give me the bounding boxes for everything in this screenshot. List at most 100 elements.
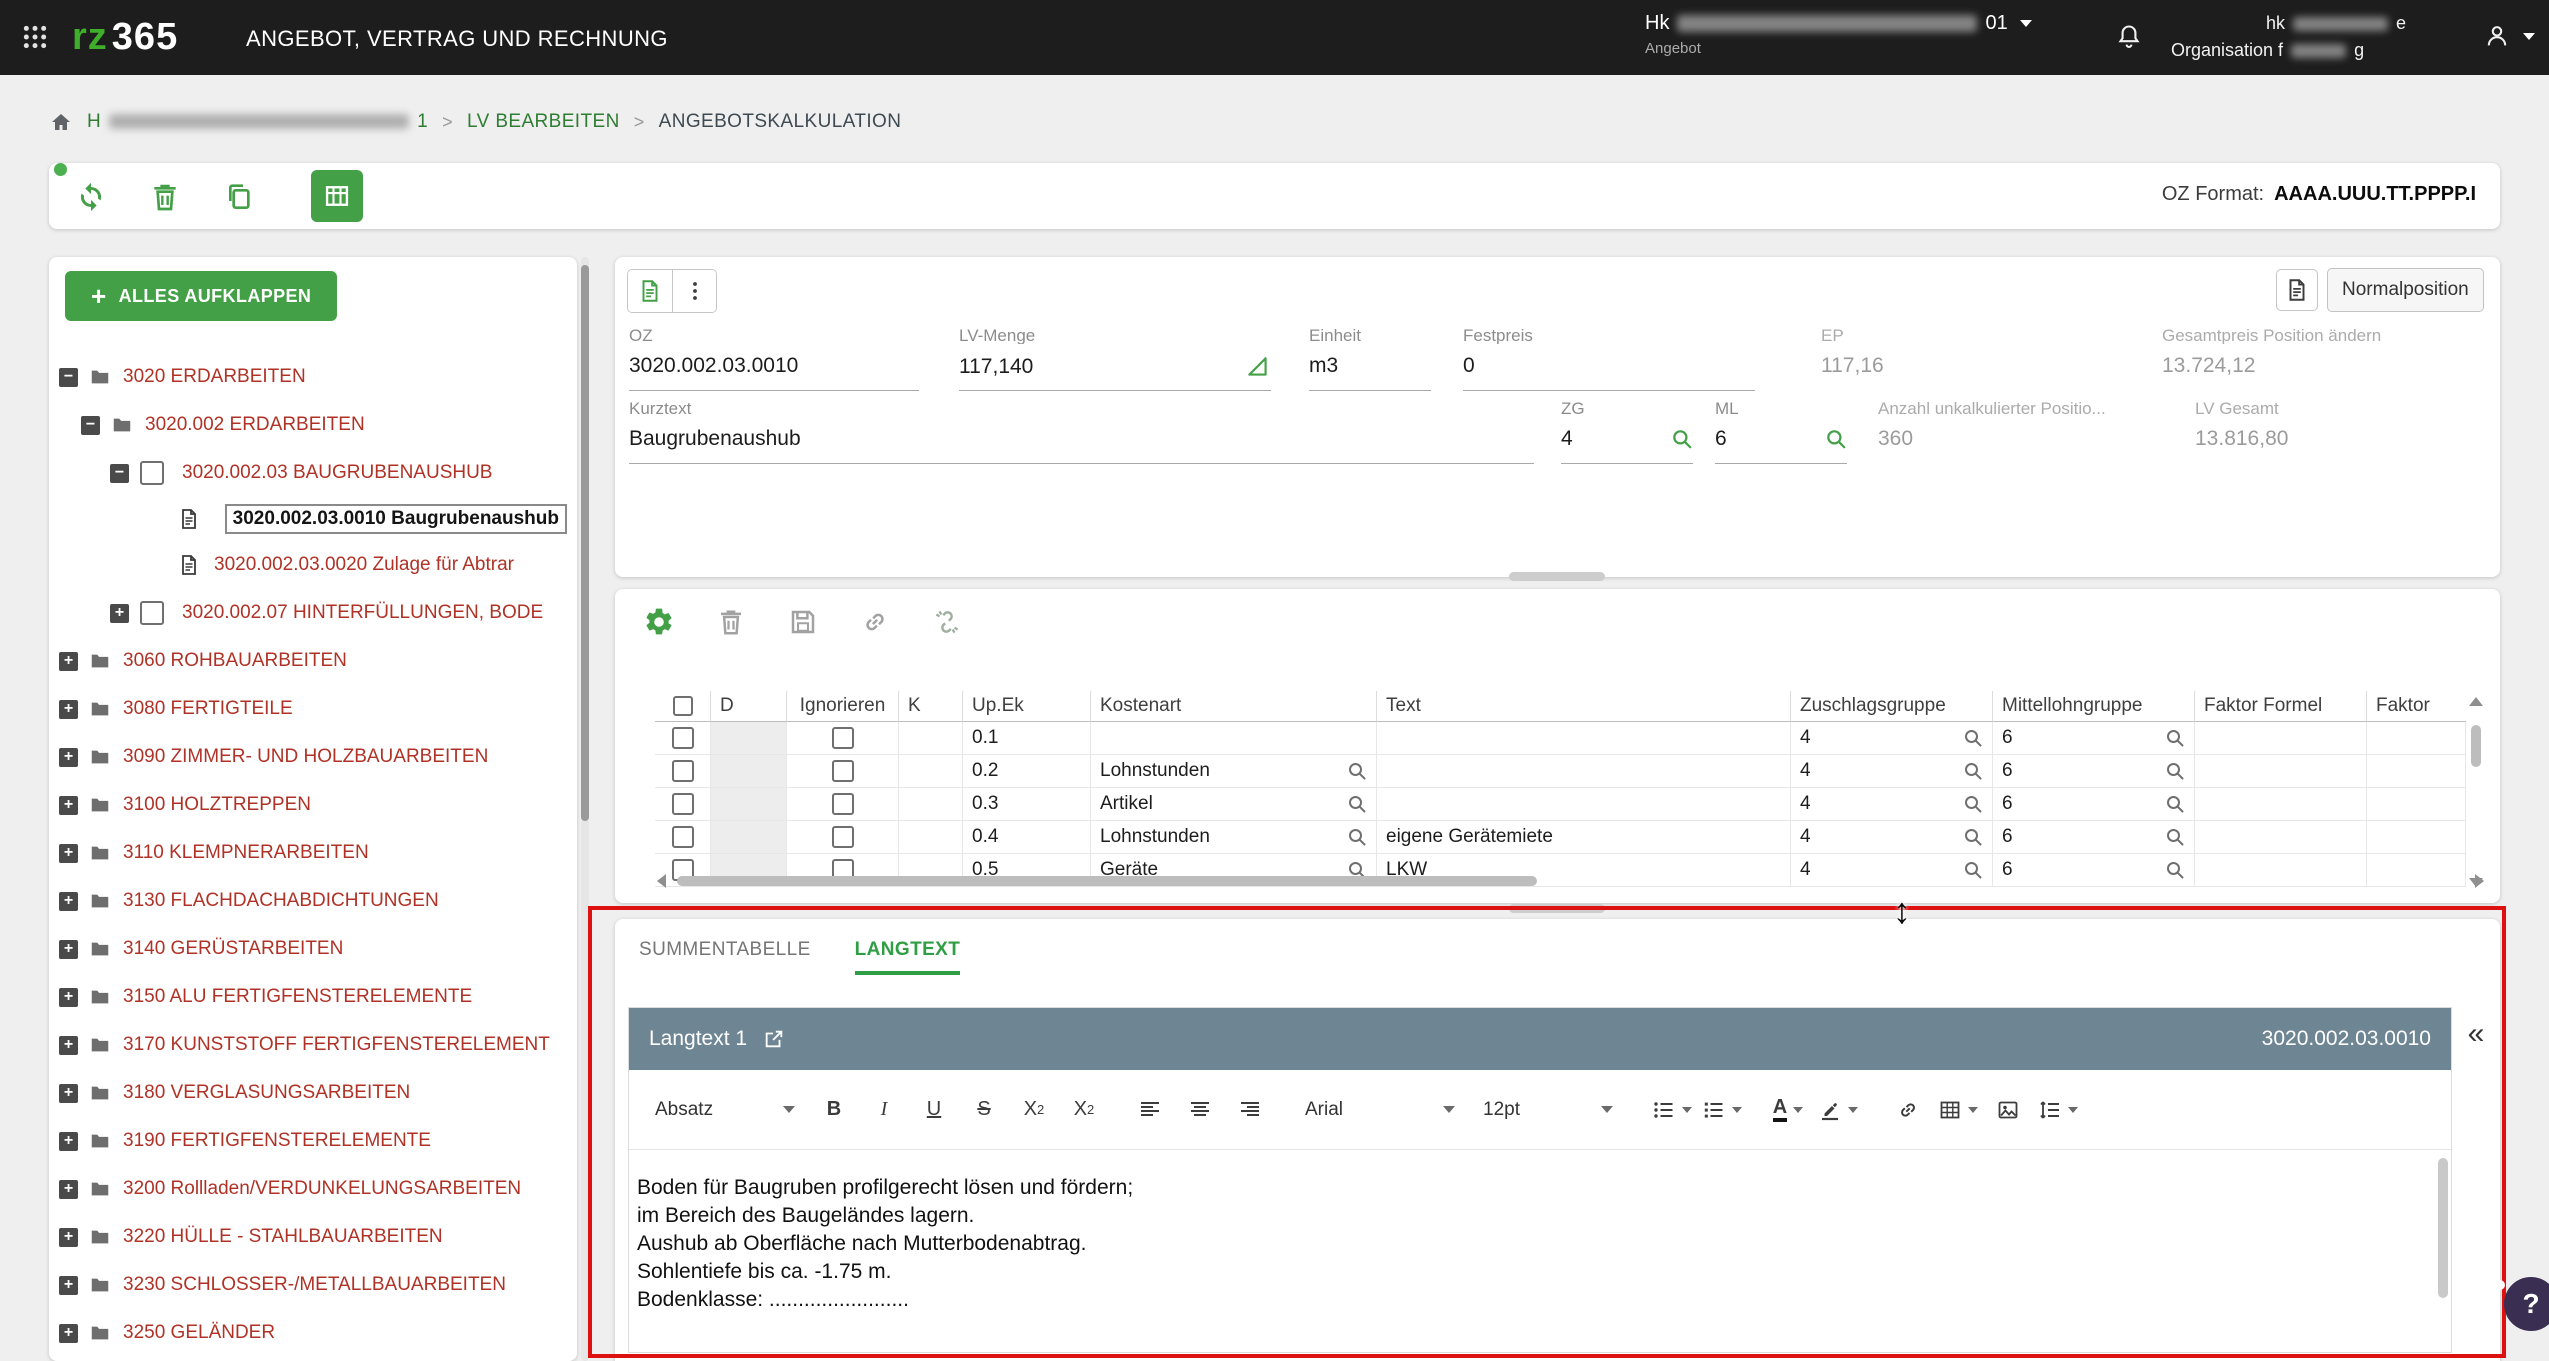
- select-all-header[interactable]: [655, 691, 711, 722]
- tree-item[interactable]: 3170 KUNSTSTOFF FERTIGFENSTERELEMENT: [49, 1021, 577, 1069]
- table-row[interactable]: 0.3 Artikel 4 6: [655, 788, 2466, 821]
- zuschlagsgruppe-search-icon[interactable]: [1963, 761, 1983, 781]
- row-checkbox[interactable]: [672, 793, 694, 815]
- highlight-color-button[interactable]: [1817, 1089, 1859, 1131]
- line-height-button[interactable]: [2037, 1089, 2079, 1131]
- editor-scrollbar[interactable]: [2438, 1158, 2448, 1346]
- scrollbar-thumb[interactable]: [2438, 1158, 2448, 1298]
- scroll-up-arrow[interactable]: [2469, 697, 2483, 706]
- strikethrough-button[interactable]: S: [963, 1089, 1005, 1131]
- tree-item[interactable]: 3190 FERTIGFENSTERELEMENTE: [49, 1117, 577, 1165]
- tree-expander-icon[interactable]: [59, 940, 78, 959]
- sidebar-scrollbar[interactable]: [581, 257, 589, 1361]
- scroll-left-arrow[interactable]: [657, 874, 666, 888]
- tree-item[interactable]: 3220 HÜLLE - STAHLBAUARBEITEN: [49, 1213, 577, 1261]
- search-icon[interactable]: [1671, 428, 1693, 450]
- column-header-kostenart[interactable]: Kostenart: [1091, 691, 1377, 722]
- cell-mittellohngruppe[interactable]: 6: [2002, 727, 2013, 749]
- cell-upek[interactable]: 0.1: [963, 722, 1091, 755]
- column-header-k[interactable]: K: [899, 691, 963, 722]
- ignorieren-checkbox[interactable]: [832, 793, 854, 815]
- tree-expander-icon[interactable]: [59, 1036, 78, 1055]
- table-row[interactable]: 0.1 4 6: [655, 722, 2466, 755]
- tree-item[interactable]: 3020.002 ERDARBEITEN: [49, 401, 577, 449]
- project-selector[interactable]: Hk 01 Angebot: [1645, 12, 2085, 57]
- subscript-button[interactable]: X2: [1013, 1089, 1055, 1131]
- tree-expander-icon[interactable]: [59, 700, 78, 719]
- tree-expander-icon[interactable]: [81, 416, 100, 435]
- column-header-faktor-formel[interactable]: Faktor Formel: [2195, 691, 2367, 722]
- tree-expander-icon[interactable]: [59, 892, 78, 911]
- table-row[interactable]: 0.4 Lohnstunden eigene Gerätemiete 4 6: [655, 821, 2466, 854]
- festpreis-field[interactable]: Festpreis 0: [1463, 327, 1755, 391]
- cell-text[interactable]: eigene Gerätemiete: [1377, 821, 1791, 854]
- scrollbar-thumb[interactable]: [581, 265, 589, 821]
- column-header-faktor[interactable]: Faktor: [2367, 691, 2466, 722]
- tab-summentabelle[interactable]: SUMMENTABELLE: [639, 939, 811, 975]
- kostenart-search-icon[interactable]: [1347, 794, 1367, 814]
- table-horizontal-scrollbar[interactable]: [655, 873, 2486, 889]
- user-menu[interactable]: [2483, 22, 2535, 50]
- tree-item[interactable]: 3020 ERDARBEITEN: [49, 353, 577, 401]
- cell-zuschlagsgruppe[interactable]: 4: [1800, 826, 1811, 848]
- horizontal-splitter[interactable]: [1509, 904, 1605, 913]
- tree-checkbox[interactable]: [140, 461, 164, 485]
- mittellohngruppe-search-icon[interactable]: [2165, 761, 2185, 781]
- table-unlink-button[interactable]: [930, 605, 964, 639]
- mittellohngruppe-search-icon[interactable]: [2165, 794, 2185, 814]
- cell-kostenart[interactable]: Artikel: [1100, 793, 1153, 815]
- mittellohngruppe-search-icon[interactable]: [2165, 827, 2185, 847]
- copy-button[interactable]: [219, 177, 259, 217]
- zuschlagsgruppe-search-icon[interactable]: [1963, 728, 1983, 748]
- tree-expander-icon[interactable]: [110, 604, 129, 623]
- tree-expander-icon[interactable]: [59, 1324, 78, 1343]
- tree-expander-icon[interactable]: [59, 1084, 78, 1103]
- tree-checkbox[interactable]: [140, 601, 164, 625]
- export-table-button[interactable]: [311, 170, 363, 222]
- cell-text[interactable]: [1377, 788, 1791, 821]
- insert-table-button[interactable]: [1937, 1089, 1979, 1131]
- tree-item[interactable]: 3150 ALU FERTIGFENSTERELEMENTE: [49, 973, 577, 1021]
- tree-expander-icon[interactable]: [59, 652, 78, 671]
- delete-button[interactable]: [145, 177, 185, 217]
- bullet-list-button[interactable]: [1651, 1089, 1693, 1131]
- position-type-badge[interactable]: Normalposition: [2327, 268, 2484, 312]
- select-all-checkbox[interactable]: [673, 696, 693, 716]
- position-document-button[interactable]: [628, 270, 672, 312]
- position-text-button[interactable]: [2276, 269, 2318, 311]
- cell-mittellohngruppe[interactable]: 6: [2002, 793, 2013, 815]
- breadcrumb-project-link[interactable]: H1: [87, 111, 428, 133]
- scrollbar-thumb[interactable]: [2471, 725, 2481, 767]
- table-settings-button[interactable]: [642, 605, 676, 639]
- tree-item[interactable]: 3130 FLACHDACHABDICHTUNGEN: [49, 877, 577, 925]
- tree-item[interactable]: 3080 FERTIGTEILE: [49, 685, 577, 733]
- app-launcher-icon[interactable]: [22, 24, 48, 50]
- paragraph-style-select[interactable]: Absatz: [645, 1088, 805, 1132]
- column-header-ignorieren[interactable]: Ignorieren: [787, 691, 899, 722]
- oz-field[interactable]: OZ 3020.002.03.0010: [629, 327, 919, 391]
- text-color-button[interactable]: A: [1767, 1089, 1809, 1131]
- tree-item[interactable]: 3230 SCHLOSSER-/METALLBAUARBEITEN: [49, 1261, 577, 1309]
- kostenart-search-icon[interactable]: [1347, 761, 1367, 781]
- notifications-bell-icon[interactable]: [2115, 23, 2143, 51]
- italic-button[interactable]: I: [863, 1089, 905, 1131]
- tree-expander-icon[interactable]: [59, 1132, 78, 1151]
- column-header-text[interactable]: Text: [1377, 691, 1791, 722]
- tree-expander-icon[interactable]: [59, 1276, 78, 1295]
- tree-item[interactable]: 3200 Rollladen/VERDUNKELUNGSARBEITEN: [49, 1165, 577, 1213]
- font-size-select[interactable]: 12pt: [1473, 1088, 1623, 1132]
- tab-langtext[interactable]: LANGTEXT: [855, 939, 961, 975]
- row-checkbox[interactable]: [672, 727, 694, 749]
- tree-item[interactable]: 3090 ZIMMER- UND HOLZBAUARBEITEN: [49, 733, 577, 781]
- tree-item[interactable]: 3140 GERÜSTARBEITEN: [49, 925, 577, 973]
- cell-upek[interactable]: 0.3: [963, 788, 1091, 821]
- underline-button[interactable]: U: [913, 1089, 955, 1131]
- ml-field[interactable]: ML 6: [1715, 400, 1847, 464]
- column-header-upek[interactable]: Up.Ek: [963, 691, 1091, 722]
- kostenart-search-icon[interactable]: [1347, 827, 1367, 847]
- cell-mittellohngruppe[interactable]: 6: [2002, 760, 2013, 782]
- tree-item[interactable]: 3020.002.03.0010 Baugrubenaushub: [49, 497, 577, 541]
- mittellohngruppe-search-icon[interactable]: [2165, 728, 2185, 748]
- kurztext-field[interactable]: Kurztext Baugrubenaushub: [629, 400, 1534, 464]
- tree-expander-icon[interactable]: [59, 1228, 78, 1247]
